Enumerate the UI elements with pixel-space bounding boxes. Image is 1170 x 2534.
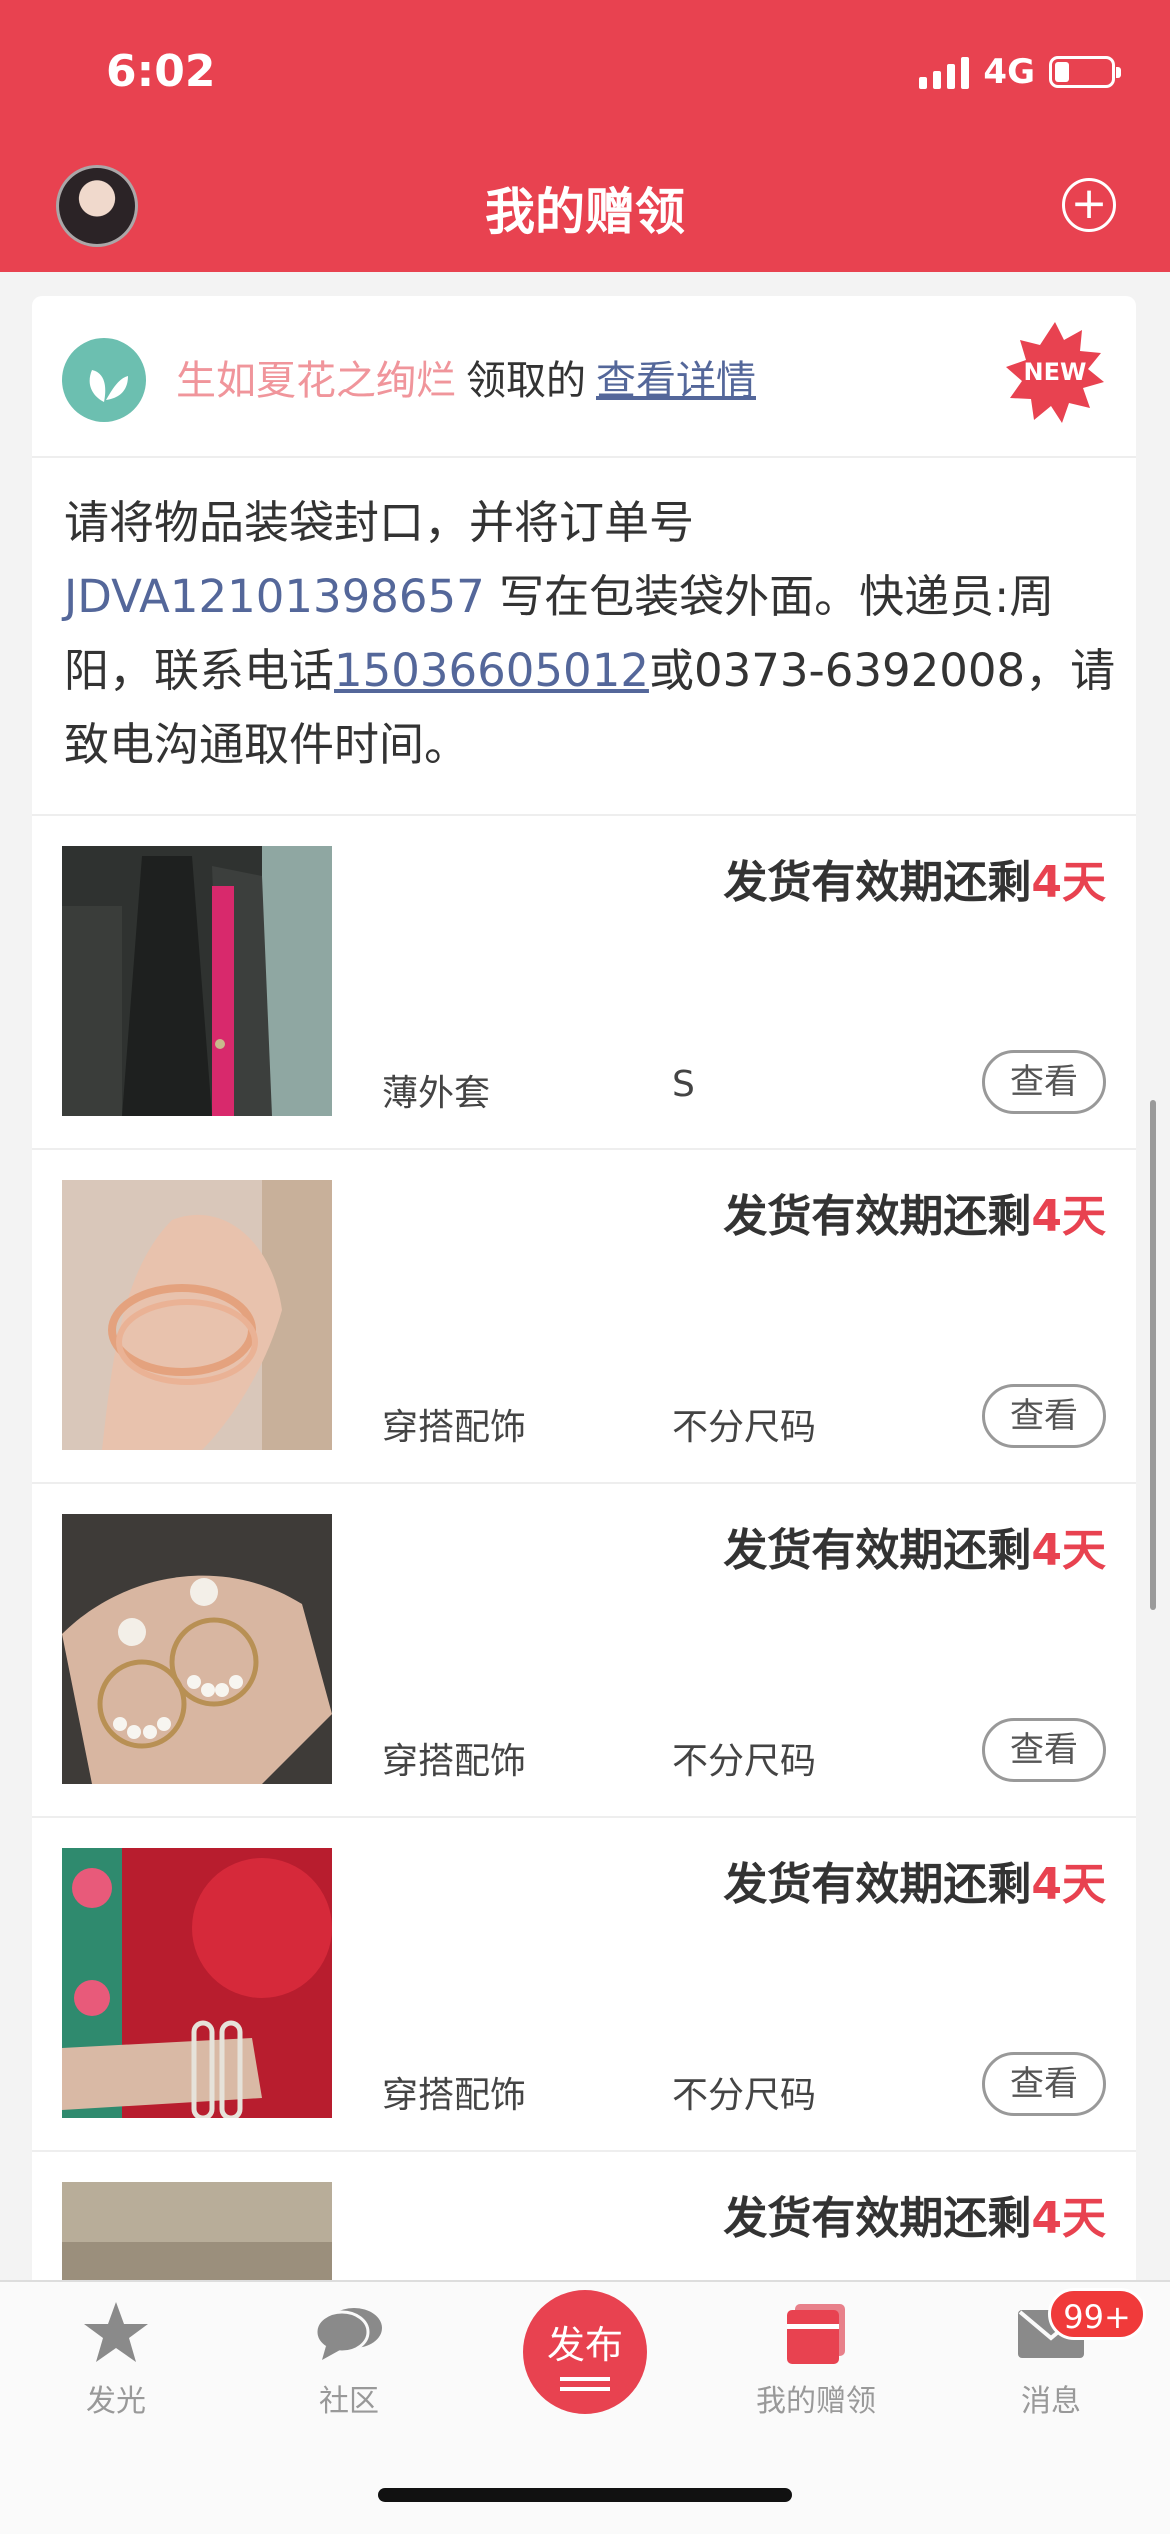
item-photo-earrings xyxy=(62,1514,332,1784)
courier-phone-link[interactable]: 15036605012 xyxy=(334,644,649,697)
scrollbar[interactable] xyxy=(1150,1100,1156,1610)
view-button[interactable]: 查看 xyxy=(982,1384,1106,1448)
tab-community[interactable]: 社区 xyxy=(259,2302,439,2420)
item-category: 穿搭配饰 xyxy=(382,1407,527,1448)
page-title: 我的赠领 xyxy=(485,183,685,241)
tab-my-gifts[interactable]: 我的赠领 xyxy=(726,2302,906,2420)
network-label: 4G xyxy=(983,52,1035,92)
notice-action: 领取的 xyxy=(466,358,586,404)
item-photo-rings xyxy=(62,1848,332,2118)
chat-bubbles-icon xyxy=(314,2302,384,2364)
status-time: 6:02 xyxy=(106,46,216,97)
list-item[interactable]: 发货有效期还剩4天 穿搭配饰 不分尺码 查看 xyxy=(32,1482,1136,1818)
item-category: 薄外套 xyxy=(382,1073,491,1114)
shipping-instructions: 请将物品装袋封口，并将订单号 JDVA12101398657 写在包装袋外面。快… xyxy=(64,486,1116,782)
ship-deadline: 发货有效期还剩4天 xyxy=(723,1191,1106,1242)
item-size: 不分尺码 xyxy=(672,1407,817,1448)
battery-icon xyxy=(1049,56,1121,88)
new-badge-label: NEW xyxy=(1023,358,1087,386)
item-size: S xyxy=(672,1064,695,1105)
notice-line: 生如夏花之绚烂 领取的 查看详情 xyxy=(176,348,756,406)
publish-label: 发布 xyxy=(546,2323,623,2367)
gift-card: 生如夏花之绚烂 领取的 查看详情 NEW 请将物品装袋封口，并将订单号 JDVA12… xyxy=(32,296,1136,2336)
star-icon xyxy=(81,2302,151,2364)
publish-icon xyxy=(560,2377,610,2381)
item-category: 穿搭配饰 xyxy=(382,1741,527,1782)
list-item[interactable]: 发货有效期还剩4天 穿搭配饰 不分尺码 查看 xyxy=(32,1816,1136,2152)
view-button[interactable]: 查看 xyxy=(982,1718,1106,1782)
order-number: JDVA12101398657 xyxy=(64,570,485,623)
new-badge: NEW xyxy=(1002,320,1108,426)
plus-circle-icon[interactable]: + xyxy=(1062,178,1116,232)
item-size: 不分尺码 xyxy=(672,1741,817,1782)
tab-glow[interactable]: 发光 xyxy=(26,2302,206,2420)
user-name[interactable]: 生如夏花之绚烂 xyxy=(176,358,456,404)
gift-box-icon xyxy=(781,2302,851,2364)
tab-label: 社区 xyxy=(319,2384,379,2419)
tab-label: 消息 xyxy=(1021,2384,1081,2419)
home-indicator[interactable] xyxy=(378,2488,792,2502)
status-icons: 4G xyxy=(919,52,1121,92)
top-bar: 6:02 4G 我的赠领 + xyxy=(0,0,1170,272)
tab-label: 我的赠领 xyxy=(756,2384,876,2419)
ship-deadline: 发货有效期还剩4天 xyxy=(723,2193,1106,2244)
item-photo-bangles xyxy=(62,1180,332,1450)
view-button[interactable]: 查看 xyxy=(982,2052,1106,2116)
signal-icon xyxy=(919,55,970,89)
item-size: 不分尺码 xyxy=(672,2075,817,2116)
ship-deadline: 发货有效期还剩4天 xyxy=(723,1525,1106,1576)
item-photo-jacket xyxy=(62,846,332,1116)
item-category: 穿搭配饰 xyxy=(382,2075,527,2116)
ship-deadline: 发货有效期还剩4天 xyxy=(723,1859,1106,1910)
list-item[interactable]: 发货有效期还剩4天 穿搭配饰 不分尺码 查看 xyxy=(32,1148,1136,1484)
list-item[interactable]: 发货有效期还剩4天 薄外套 S 查看 xyxy=(32,814,1136,1150)
unread-badge: 99+ xyxy=(1048,2288,1146,2340)
view-button[interactable]: 查看 xyxy=(982,1050,1106,1114)
publish-button[interactable]: 发布 xyxy=(523,2290,647,2414)
tab-label: 发光 xyxy=(86,2384,146,2419)
card-header: 生如夏花之绚烂 领取的 查看详情 NEW xyxy=(32,296,1136,458)
view-details-link[interactable]: 查看详情 xyxy=(596,358,756,404)
leaf-logo-icon xyxy=(62,338,146,422)
ship-deadline: 发货有效期还剩4天 xyxy=(723,857,1106,908)
instr-text: 请将物品装袋封口，并将订单号 xyxy=(64,496,695,549)
